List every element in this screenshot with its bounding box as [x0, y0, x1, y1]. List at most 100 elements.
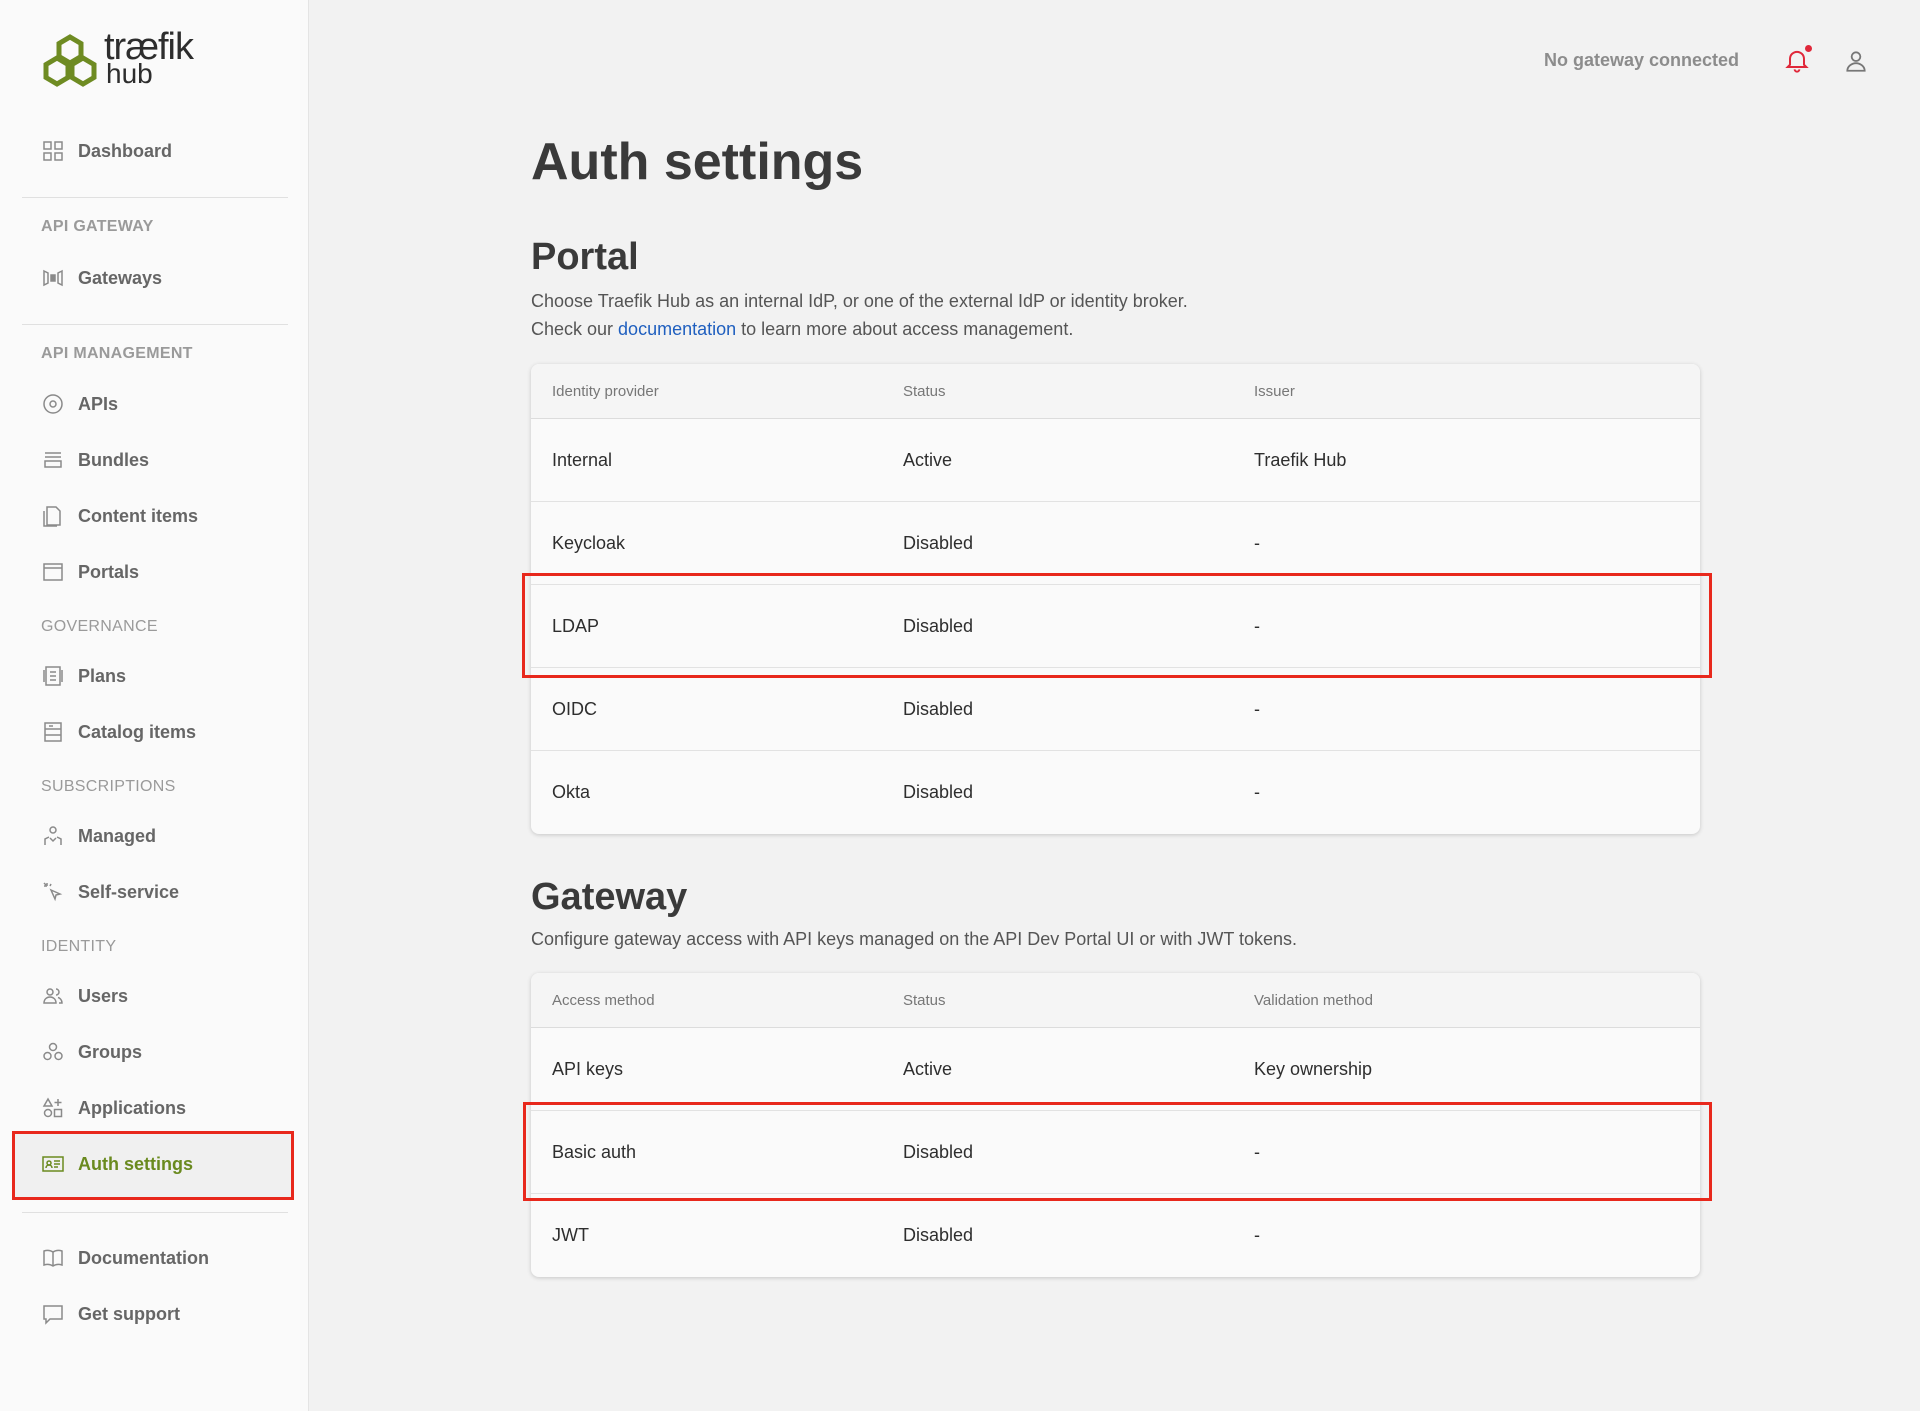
sidebar-item-applications[interactable]: Applications: [30, 1086, 286, 1130]
table-row-internal[interactable]: Internal Active Traefik Hub: [531, 419, 1700, 502]
sidebar-item-managed[interactable]: Managed: [30, 814, 286, 858]
sidebar-item-label: Documentation: [78, 1247, 210, 1268]
cell-validation: Key ownership: [1254, 1058, 1373, 1079]
sidebar-item-label: Dashboard: [78, 140, 173, 161]
cell-issuer: -: [1254, 698, 1260, 719]
content-icon: [40, 503, 66, 529]
portal-desc-line1: Choose Traefik Hub as an internal IdP, o…: [531, 291, 1188, 311]
sidebar-item-label: Applications: [78, 1097, 187, 1118]
sidebar-item-dashboard[interactable]: Dashboard: [30, 129, 286, 173]
section-label-identity: IDENTITY: [41, 938, 117, 955]
cell-validation: -: [1254, 1141, 1260, 1162]
plans-icon: [40, 663, 66, 689]
notification-dot: [1805, 45, 1812, 52]
cell-provider: LDAP: [552, 615, 600, 636]
sidebar-item-gateways[interactable]: Gateways: [30, 256, 286, 300]
page-title: Auth settings: [531, 133, 864, 191]
catalog-icon: [40, 719, 66, 745]
table-row-api-keys[interactable]: API keys Active Key ownership: [531, 1028, 1700, 1111]
sidebar-item-apis[interactable]: APIs: [30, 382, 286, 426]
applications-icon: [40, 1095, 66, 1121]
cell-method: JWT: [552, 1225, 589, 1245]
sidebar-item-label: Content items: [78, 505, 199, 526]
users-icon: [40, 983, 66, 1009]
dashboard-icon: [40, 138, 66, 164]
sidebar-item-documentation[interactable]: Documentation: [30, 1236, 286, 1280]
column-header: Identity provider: [552, 382, 659, 400]
section-label-api-management: API MANAGEMENT: [41, 345, 193, 362]
sidebar-item-label: Bundles: [78, 449, 150, 470]
book-icon: [40, 1245, 66, 1271]
sidebar-item-label: Portals: [78, 561, 140, 582]
cell-status: Disabled: [903, 1225, 974, 1245]
sidebar-item-portals[interactable]: Portals: [30, 550, 286, 594]
sidebar: træfik hub Dashboard API GATEWAY Gateway…: [0, 0, 309, 1411]
sidebar-item-bundles[interactable]: Bundles: [30, 438, 286, 482]
cell-status: Disabled: [903, 782, 974, 802]
sidebar-item-catalog-items[interactable]: Catalog items: [30, 710, 286, 754]
sidebar-item-groups[interactable]: Groups: [30, 1030, 286, 1074]
sidebar-item-label: Self-service: [78, 881, 180, 902]
sidebar-divider: [22, 324, 288, 325]
gateway-description: Configure gateway access with API keys m…: [531, 929, 1298, 949]
chat-icon: [40, 1301, 66, 1327]
section-label-governance: GOVERNANCE: [41, 618, 158, 635]
bundles-icon: [40, 447, 66, 473]
desc-suffix: to learn more about access management.: [736, 319, 1074, 339]
sidebar-item-label: Get support: [78, 1303, 180, 1324]
column-header: Status: [903, 382, 946, 400]
desc-prefix: Check our: [531, 319, 619, 339]
sidebar-item-label: Managed: [78, 825, 157, 846]
sidebar-item-users[interactable]: Users: [30, 974, 286, 1018]
sidebar-item-content-items[interactable]: Content items: [30, 494, 286, 538]
table-header: Identity provider Status Issuer: [531, 364, 1700, 419]
cell-status: Disabled: [903, 532, 974, 553]
sidebar-item-get-support[interactable]: Get support: [30, 1292, 286, 1336]
table-row-oidc[interactable]: OIDC Disabled -: [531, 668, 1700, 751]
cell-method: Basic auth: [552, 1141, 637, 1162]
sidebar-item-auth-settings[interactable]: Auth settings: [30, 1142, 286, 1186]
sidebar-item-self-service[interactable]: Self-service: [30, 870, 286, 914]
documentation-link[interactable]: documentation: [618, 319, 736, 339]
cell-method: API keys: [552, 1058, 624, 1079]
column-header: Access method: [552, 991, 655, 1009]
table-row-jwt[interactable]: JWT Disabled -: [531, 1194, 1700, 1277]
cell-status: Disabled: [903, 1141, 974, 1162]
table-row-keycloak[interactable]: Keycloak Disabled -: [531, 502, 1700, 585]
hexagon-logo-icon: [43, 34, 97, 87]
sidebar-item-label: Users: [78, 985, 129, 1006]
gateway-icon: [40, 265, 66, 291]
cell-issuer: -: [1254, 532, 1260, 553]
portal-description: Choose Traefik Hub as an internal IdP, o…: [531, 287, 1188, 343]
gateway-status: No gateway connected: [1543, 50, 1739, 70]
cell-issuer: -: [1254, 615, 1260, 636]
cell-provider: OIDC: [552, 698, 597, 719]
cell-issuer: -: [1254, 782, 1260, 802]
sidebar-item-label: Groups: [78, 1041, 143, 1062]
groups-icon: [40, 1039, 66, 1065]
table-row-ldap[interactable]: LDAP Disabled -: [531, 585, 1700, 668]
cell-validation: -: [1254, 1225, 1260, 1245]
gateway-access-table: Access method Status Validation method A…: [531, 973, 1700, 1277]
sidebar-divider: [22, 197, 288, 198]
sidebar-item-label: Gateways: [78, 267, 163, 288]
sidebar-item-plans[interactable]: Plans: [30, 654, 286, 698]
sidebar-item-label: APIs: [78, 393, 119, 414]
id-card-icon: [40, 1151, 66, 1177]
table-row-basic-auth[interactable]: Basic auth Disabled -: [531, 1111, 1700, 1194]
cell-status: Active: [903, 1058, 953, 1079]
cell-status: Active: [903, 449, 953, 470]
traefik-hub-logo[interactable]: træfik hub: [40, 26, 220, 89]
cell-provider: Internal: [552, 449, 613, 470]
portal-icon: [40, 559, 66, 585]
cell-status: Disabled: [903, 615, 974, 636]
table-row-okta[interactable]: Okta Disabled -: [531, 751, 1700, 834]
sidebar-item-label: Catalog items: [78, 721, 197, 742]
cell-provider: Keycloak: [552, 532, 626, 553]
api-icon: [40, 391, 66, 417]
user-icon[interactable]: [1843, 48, 1869, 74]
portal-idp-table: Identity provider Status Issuer Internal…: [531, 364, 1700, 834]
column-header: Validation method: [1254, 991, 1373, 1009]
section-label-subscriptions: SUBSCRIPTIONS: [41, 778, 176, 795]
portal-title: Portal: [531, 236, 639, 278]
